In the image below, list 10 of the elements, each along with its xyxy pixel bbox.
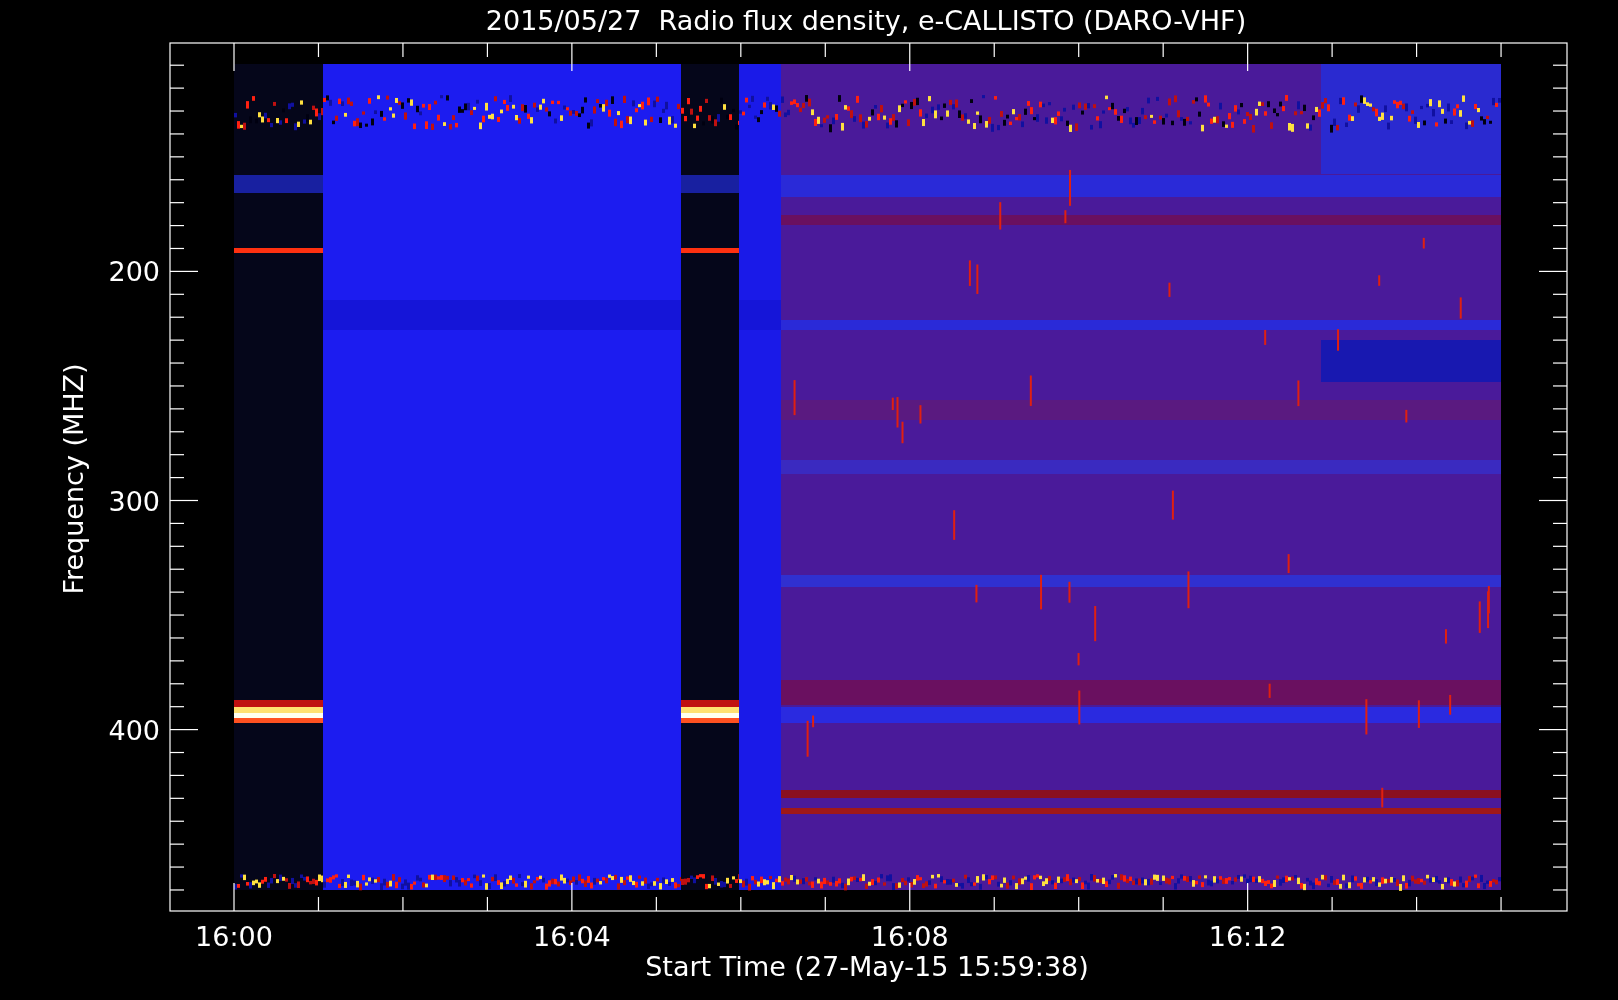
axis-tick-label: 300 <box>108 485 160 517</box>
axis-tick-label: 16:00 <box>195 921 273 952</box>
axis-title: Start Time (27-May-15 15:59:38) <box>645 951 1089 982</box>
chart-title: 2015/05/27 Radio flux density, e-CALLISTO (DARO-VHF) <box>485 5 1247 36</box>
axis-tick-label: 16:08 <box>870 921 949 952</box>
axis-tick-label: 16:04 <box>532 921 611 952</box>
axis-tick-label: 200 <box>108 256 160 288</box>
axis-title: Frequency (MHZ) <box>58 363 89 595</box>
axis-tick-label: 400 <box>108 714 160 746</box>
axis-tick-label: 16:12 <box>1208 921 1287 952</box>
